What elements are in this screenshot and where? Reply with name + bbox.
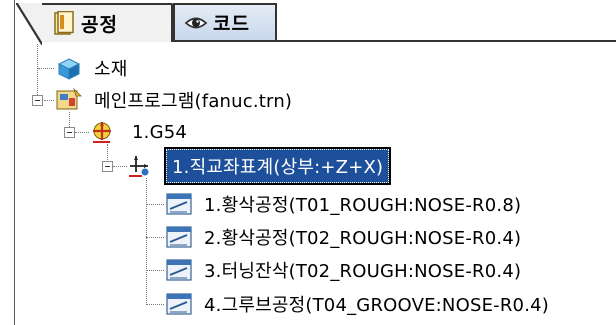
tab-baseline [277, 40, 616, 42]
tree-connector [44, 100, 54, 101]
operation-icon [166, 293, 192, 319]
collapse-toggle[interactable] [64, 127, 75, 138]
collapse-toggle[interactable] [102, 161, 113, 172]
tree-node-label: 4.그루브공정(T04_GROOVE:NOSE-R0.4) [204, 295, 550, 316]
tree-connector [38, 68, 54, 69]
process-sheet-icon [53, 10, 75, 42]
tab-code[interactable]: 코드 [173, 3, 277, 42]
tree-connector [146, 304, 164, 305]
tree-node-coordinate[interactable]: 1.직교좌표계(상부:+Z+X) [128, 147, 392, 185]
tab-strip: 공정 코드 [15, 0, 616, 45]
tree-node-operation[interactable]: 2.황삭공정(T02_ROUGH:NOSE-R0.4) [166, 221, 521, 253]
operation-icon [166, 226, 192, 252]
program-icon [56, 87, 82, 116]
coordinate-system-icon [90, 119, 116, 149]
operation-icon [166, 193, 192, 219]
tree-node-label: 1.G54 [132, 121, 188, 143]
tree-node-operation[interactable]: 4.그루브공정(T04_GROOVE:NOSE-R0.4) [166, 288, 549, 320]
tree-node-label: 3.터닝잔삭(T02_ROUGH:NOSE-R0.4) [204, 261, 522, 282]
eye-icon [184, 14, 208, 37]
tree-connector [146, 270, 164, 271]
tab-process[interactable]: 공정 [16, 3, 173, 45]
tree-connector [37, 44, 38, 95]
tree-connector [75, 132, 89, 133]
tree-node-material[interactable]: 소재 [56, 52, 128, 84]
collapse-toggle[interactable] [32, 95, 43, 106]
tree-node-main-program[interactable]: 메인프로그램(fanuc.trn) [56, 84, 292, 116]
operation-icon [166, 259, 192, 285]
tree-connector [146, 204, 164, 205]
tab-code-label: 코드 [213, 13, 250, 35]
tree-node-label: 1.황삭공정(T01_ROUGH:NOSE-R0.8) [204, 195, 522, 216]
tree-connector [146, 178, 147, 305]
tree-node-wcs[interactable]: 1.G54 [90, 116, 187, 148]
tree-connector [113, 166, 127, 167]
tree-node-label: 2.황삭공정(T02_ROUGH:NOSE-R0.4) [204, 228, 522, 249]
tree-node-operation[interactable]: 3.터닝잔삭(T02_ROUGH:NOSE-R0.4) [166, 254, 521, 286]
material-cube-icon [56, 57, 82, 85]
tree-node-label: 소재 [94, 59, 128, 80]
tab-process-label: 공정 [81, 14, 118, 36]
axis-icon [128, 154, 154, 182]
process-tree: 소재 메인프로그램(fanuc.trn) 1.G54 1.직교좌표계(상부:+Z… [0, 44, 616, 325]
tree-node-label: 메인프로그램(fanuc.trn) [94, 91, 293, 112]
tree-node-operation[interactable]: 1.황삭공정(T01_ROUGH:NOSE-R0.8) [166, 188, 521, 220]
process-tree-panel: 공정 코드 소재 메인프로그램(fanuc.trn) 1.G54 1.직교좌표계… [0, 0, 616, 325]
selected-node-label: 1.직교좌표계(상부:+Z+X) [164, 147, 392, 185]
tree-connector [146, 237, 164, 238]
